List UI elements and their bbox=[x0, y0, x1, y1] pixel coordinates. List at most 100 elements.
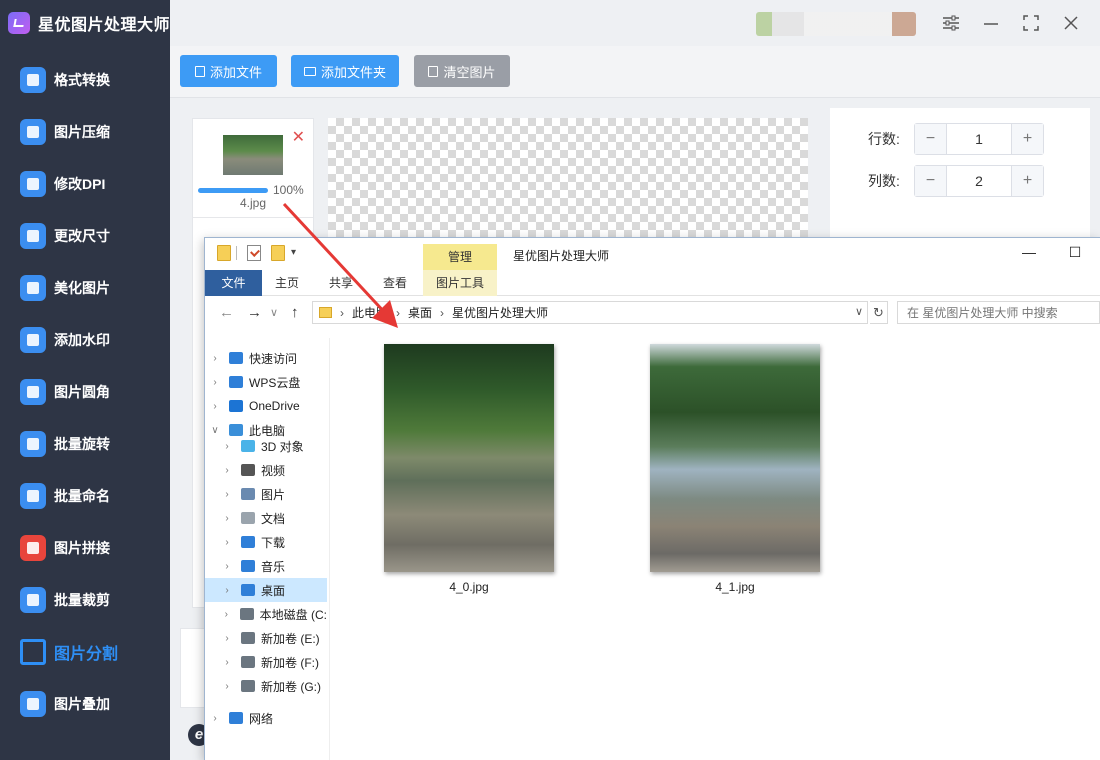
sidebar-item[interactable]: 图片叠加 bbox=[0, 678, 170, 730]
tree-item[interactable]: › 视频 bbox=[205, 458, 327, 482]
tab-picture-tools[interactable]: 图片工具 bbox=[423, 270, 497, 296]
sidebar-item-label: 图片圆角 bbox=[54, 384, 110, 400]
clear-images-button[interactable]: 清空图片 bbox=[414, 55, 510, 87]
close-icon[interactable] bbox=[1060, 12, 1082, 34]
chevron-right-icon[interactable]: › bbox=[221, 441, 233, 452]
tree-item[interactable]: › 桌面 bbox=[205, 578, 327, 602]
chevron-right-icon[interactable]: › bbox=[221, 465, 233, 476]
tree-item[interactable]: › 网络 bbox=[205, 706, 327, 730]
tab-view[interactable]: 查看 bbox=[375, 270, 415, 296]
rename-icon bbox=[20, 483, 46, 509]
sidebar-item[interactable]: 格式转换 bbox=[0, 54, 170, 106]
sidebar-item[interactable]: 更改尺寸 bbox=[0, 210, 170, 262]
chevron-right-icon[interactable]: › bbox=[209, 401, 221, 412]
tree-item[interactable]: › 快速访问 bbox=[205, 346, 327, 370]
sidebar-item[interactable]: 图片拼接 bbox=[0, 522, 170, 574]
chevron-right-icon[interactable]: › bbox=[209, 377, 221, 388]
crop-icon bbox=[20, 587, 46, 613]
customize-dropdown-icon[interactable]: ▾ bbox=[291, 247, 296, 258]
sidebar-item[interactable]: 批量裁剪 bbox=[0, 574, 170, 626]
recent-dropdown-icon[interactable]: ∨ bbox=[270, 306, 278, 319]
chevron-right-icon[interactable]: › bbox=[221, 489, 233, 500]
tree-item[interactable]: › 新加卷 (G:) bbox=[205, 674, 327, 698]
cols-decrement-button[interactable]: − bbox=[915, 166, 947, 196]
chevron-right-icon[interactable]: › bbox=[221, 585, 233, 596]
chevron-right-icon[interactable]: › bbox=[221, 633, 233, 644]
tree-item[interactable]: › OneDrive bbox=[205, 394, 327, 418]
folder-icon bbox=[319, 307, 332, 318]
tree-item[interactable]: › 3D 对象 bbox=[205, 434, 327, 458]
delete-file-icon[interactable]: ✕ bbox=[292, 127, 305, 147]
sidebar-item[interactable]: 图片圆角 bbox=[0, 366, 170, 418]
settings-sliders-icon[interactable] bbox=[940, 12, 962, 34]
breadcrumb-desktop[interactable]: 桌面 bbox=[408, 304, 432, 321]
chevron-right-icon[interactable]: › bbox=[221, 657, 233, 668]
add-folder-button[interactable]: 添加文件夹 bbox=[291, 55, 399, 87]
up-icon[interactable]: ↑ bbox=[291, 304, 299, 321]
sidebar-item[interactable]: 修改DPI bbox=[0, 158, 170, 210]
rotate-icon bbox=[20, 431, 46, 457]
minimize-icon[interactable] bbox=[980, 12, 1002, 34]
tree-item[interactable]: › 文档 bbox=[205, 506, 327, 530]
rows-decrement-button[interactable]: − bbox=[915, 124, 947, 154]
rows-stepper: − + bbox=[914, 123, 1044, 155]
chevron-right-icon[interactable]: › bbox=[221, 609, 232, 620]
refresh-icon[interactable]: ↻ bbox=[870, 301, 888, 324]
chevron-down-icon[interactable]: ∨ bbox=[855, 305, 863, 318]
sidebar-item-label: 批量命名 bbox=[54, 488, 110, 504]
chevron-right-icon: › bbox=[340, 305, 344, 320]
tree-item[interactable]: › 新加卷 (E:) bbox=[205, 626, 327, 650]
chevron-right-icon[interactable]: › bbox=[221, 561, 233, 572]
sidebar-item[interactable]: 美化图片 bbox=[0, 262, 170, 314]
fullscreen-icon[interactable] bbox=[1020, 12, 1042, 34]
overlay-icon bbox=[20, 691, 46, 717]
chevron-right-icon[interactable]: › bbox=[221, 537, 233, 548]
explorer-minimize-icon[interactable]: — bbox=[1019, 244, 1039, 264]
explorer-maximize-icon[interactable]: ☐ bbox=[1065, 244, 1085, 264]
tab-file[interactable]: 文件 bbox=[205, 270, 262, 296]
address-bar[interactable]: › 此电脑 › 桌面 › 星优图片处理大师 ∨ bbox=[312, 301, 868, 324]
forward-icon[interactable]: → bbox=[247, 304, 262, 321]
sidebar-item[interactable]: 添加水印 bbox=[0, 314, 170, 366]
new-folder-icon[interactable] bbox=[271, 245, 285, 261]
progress-fill bbox=[198, 188, 268, 193]
tab-share[interactable]: 共享 bbox=[321, 270, 361, 296]
tree-item[interactable]: › 图片 bbox=[205, 482, 327, 506]
image-thumbnail bbox=[384, 344, 554, 572]
tree-item[interactable]: › WPS云盘 bbox=[205, 370, 327, 394]
user-account-blurred[interactable] bbox=[756, 12, 916, 36]
cols-increment-button[interactable]: + bbox=[1011, 166, 1043, 196]
cols-input[interactable] bbox=[947, 166, 1011, 196]
tab-home[interactable]: 主页 bbox=[267, 270, 307, 296]
tree-item[interactable]: › 新加卷 (F:) bbox=[205, 650, 327, 674]
breadcrumb-this-pc[interactable]: 此电脑 bbox=[352, 304, 388, 321]
sidebar-item[interactable]: 图片压缩 bbox=[0, 106, 170, 158]
explorer-ribbon: 文件 主页 共享 查看 图片工具 bbox=[205, 270, 1100, 296]
clear-images-label: 清空图片 bbox=[443, 64, 496, 80]
rows-input[interactable] bbox=[947, 124, 1011, 154]
chevron-right-icon[interactable]: › bbox=[209, 353, 221, 364]
chevron-right-icon[interactable]: › bbox=[221, 513, 233, 524]
breadcrumb-folder[interactable]: 星优图片处理大师 bbox=[452, 304, 548, 321]
sidebar-item[interactable]: 批量旋转 bbox=[0, 418, 170, 470]
manage-context-tab[interactable]: 管理 bbox=[423, 244, 497, 270]
desktop-icon bbox=[241, 584, 255, 596]
sidebar-item[interactable]: 批量命名 bbox=[0, 470, 170, 522]
tree-item[interactable]: › 音乐 bbox=[205, 554, 327, 578]
tree-item[interactable]: › 下载 bbox=[205, 530, 327, 554]
properties-icon[interactable] bbox=[247, 245, 261, 261]
stitch-icon bbox=[20, 535, 46, 561]
file-explorer-window: ▾ 管理 星优图片处理大师 — ☐ 文件 主页 共享 查看 图片工具 ← → ∨… bbox=[205, 238, 1100, 760]
folder-icon[interactable] bbox=[217, 245, 231, 261]
cols-setting: 列数: − + bbox=[868, 165, 1044, 197]
trash-icon bbox=[428, 65, 439, 77]
back-icon[interactable]: ← bbox=[219, 304, 234, 321]
music-icon bbox=[241, 560, 255, 572]
chevron-right-icon[interactable]: › bbox=[209, 713, 221, 724]
add-file-button[interactable]: 添加文件 bbox=[180, 55, 277, 87]
tree-item[interactable]: › 本地磁盘 (C: bbox=[205, 602, 327, 626]
search-input[interactable] bbox=[897, 301, 1100, 324]
rows-increment-button[interactable]: + bbox=[1011, 124, 1043, 154]
sidebar-item[interactable]: 图片分割 bbox=[0, 626, 170, 678]
chevron-right-icon[interactable]: › bbox=[221, 681, 233, 692]
